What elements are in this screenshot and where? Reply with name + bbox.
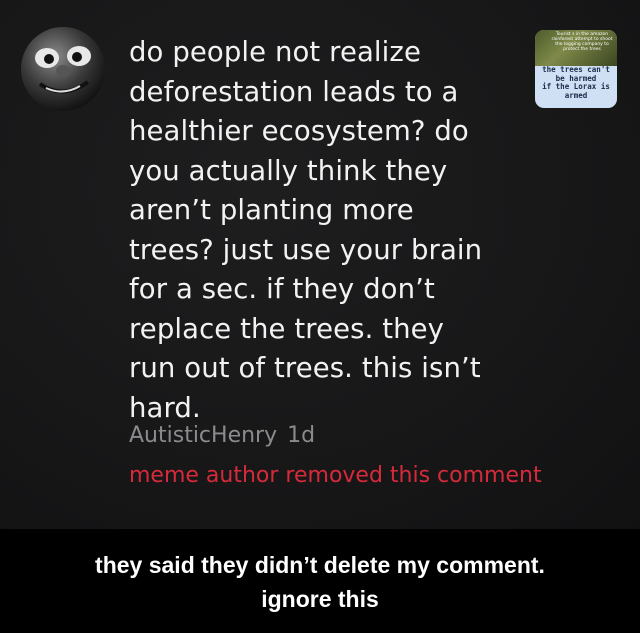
comment-line: replace the trees. they <box>129 312 445 345</box>
caption-line-1: they said they didn’t delete my comment. <box>95 552 545 578</box>
comment-line: for a sec. if they don’t <box>129 273 435 305</box>
comment-screenshot: do people not realize deforestation lead… <box>0 0 640 529</box>
thumbnail-text: the trees can't be harmed if the Lorax i… <box>535 65 617 100</box>
removed-notice: meme author removed this comment <box>129 463 542 488</box>
comment-time: 1d <box>287 423 316 448</box>
comment-body: do people not realize deforestation lead… <box>129 33 529 428</box>
post-thumbnail[interactable]: Tourist s in the amazon rainforest attem… <box>535 30 617 108</box>
comment-line: run out of trees. this isn’t <box>129 352 481 384</box>
comment-line: deforestation leads to a <box>129 75 459 108</box>
meme-caption: they said they didn’t delete my comment.… <box>0 529 640 633</box>
avatar-face[interactable] <box>20 26 106 112</box>
comment-line: do people not realize <box>129 36 421 68</box>
thumbnail-headline: Tourist s in the amazon rainforest attem… <box>551 32 613 52</box>
thumbnail-line: armed <box>564 90 588 100</box>
author-name[interactable]: AutisticHenry <box>129 423 277 448</box>
comment-line: aren’t planting more <box>129 194 414 226</box>
comment-line: healthier ecosystem? do <box>129 115 469 147</box>
comment-line: trees? just use your brain <box>129 233 483 266</box>
comment-line: you actually think they <box>129 154 448 187</box>
comment-meta: AutisticHenry 1d <box>129 423 315 448</box>
caption-line-2: ignore this <box>261 586 379 612</box>
thumbnail-photo: Tourist s in the amazon rainforest attem… <box>535 30 617 66</box>
